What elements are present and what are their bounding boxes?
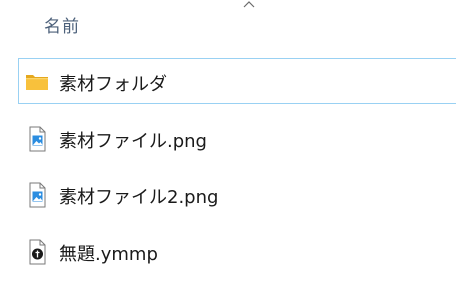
list-item-folder[interactable]: 素材フォルダ (18, 58, 456, 104)
folder-icon (26, 75, 48, 90)
file-name: 素材ファイル2.png (59, 187, 219, 208)
list-item-file[interactable]: 素材ファイル.png (18, 115, 456, 161)
list-item-file[interactable]: 無題.ymmp (18, 228, 456, 274)
image-file-icon (29, 126, 46, 152)
file-name: 素材ファイル.png (59, 131, 207, 152)
file-name: 素材フォルダ (59, 74, 167, 95)
list-item-file[interactable]: 素材ファイル2.png (18, 171, 456, 217)
file-name: 無題.ymmp (59, 244, 158, 265)
chevron-up-icon[interactable] (242, 0, 256, 10)
name-column-header[interactable]: 名前 (44, 12, 80, 37)
ymmp-file-icon (29, 239, 46, 265)
file-explorer-view: 名前 素材フォルダ 素材ファイル.png 素材ファイル2.png 無題.ymmp (0, 0, 456, 284)
image-file-icon (29, 182, 46, 208)
